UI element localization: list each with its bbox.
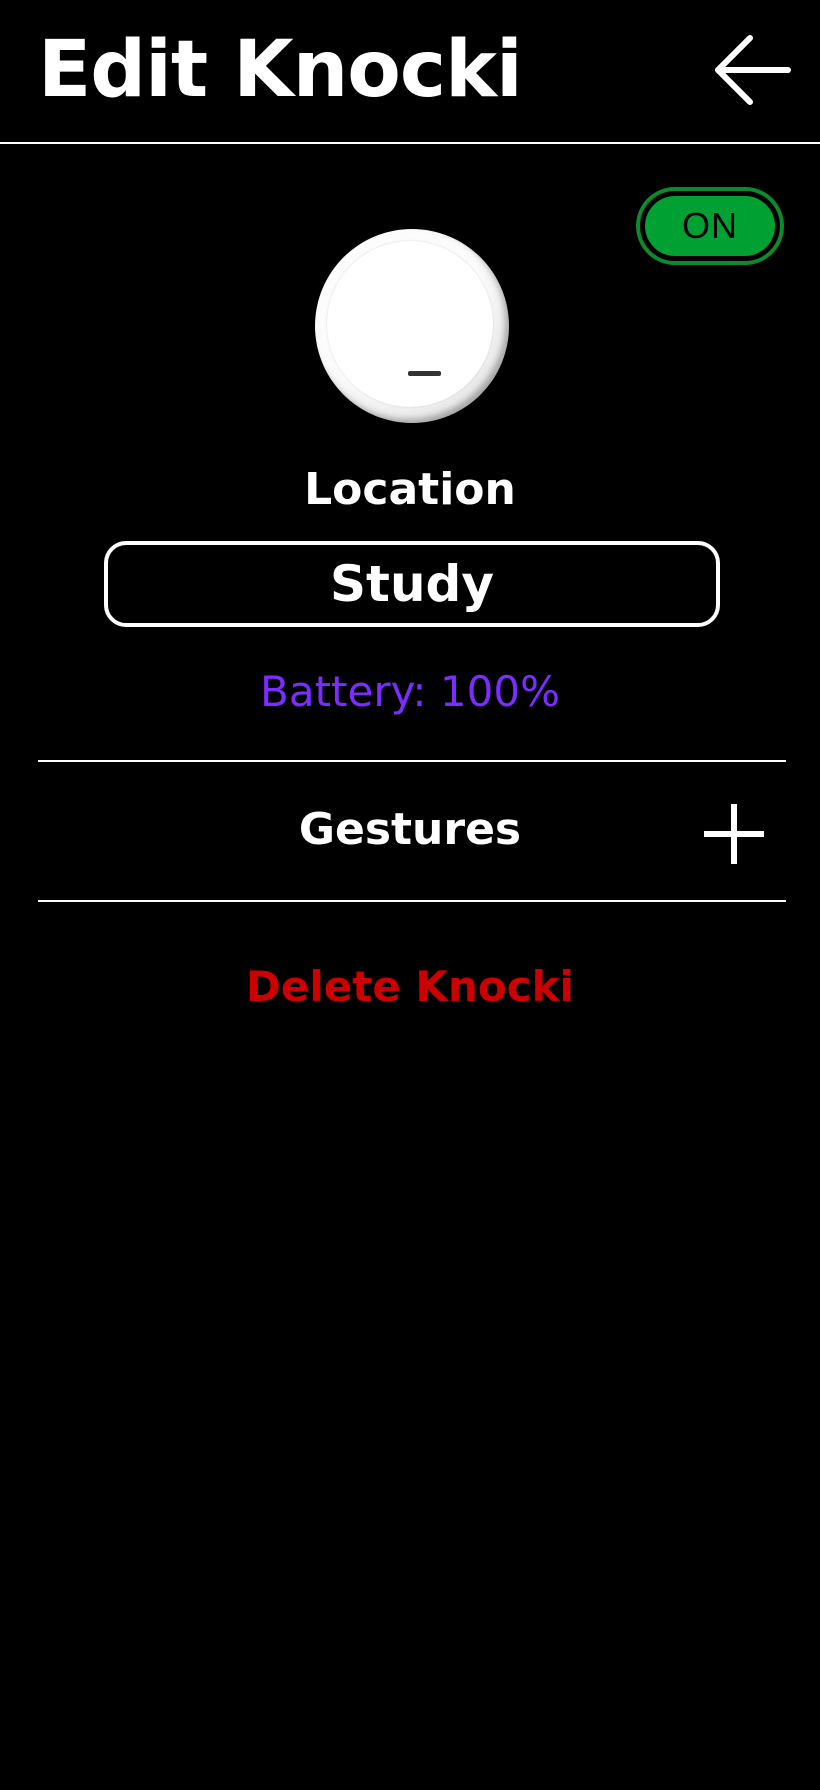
location-field[interactable]: Study: [104, 541, 720, 627]
app-header: Edit Knocki: [0, 0, 820, 144]
location-label: Location: [304, 464, 516, 515]
arrow-left-icon: [715, 35, 791, 105]
divider: [38, 900, 786, 902]
add-gesture-button[interactable]: [702, 802, 766, 866]
power-toggle-label: ON: [645, 196, 775, 256]
page-title: Edit Knocki: [38, 25, 523, 115]
gestures-heading: Gestures: [298, 804, 522, 855]
plus-icon: [704, 804, 764, 864]
battery-status: Battery: 100%: [260, 667, 560, 716]
delete-knocki-button[interactable]: Delete Knocki: [0, 959, 820, 1015]
knocki-indicator: [408, 371, 441, 376]
knocki-device-face: [327, 241, 493, 407]
back-button[interactable]: [712, 30, 792, 110]
knocki-device-icon: [315, 229, 509, 423]
divider: [38, 760, 786, 762]
power-toggle[interactable]: ON: [636, 187, 784, 265]
